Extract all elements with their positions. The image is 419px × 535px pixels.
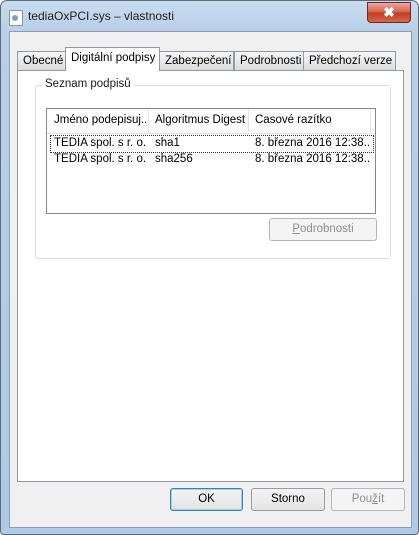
table-row[interactable]: TEDIA spol. s r. o. sha256 8. března 201… xyxy=(50,152,372,168)
column-header-digest[interactable]: Algoritmus Digest xyxy=(155,114,247,126)
tab-digital-signatures[interactable]: Digitální podpisy xyxy=(65,47,160,71)
file-icon xyxy=(9,10,23,26)
column-header-timestamp[interactable]: Časové razítko xyxy=(255,114,365,126)
tab-panel: Seznam podpisů Jméno podepisuj... Algori… xyxy=(17,70,404,482)
signature-details-button[interactable]: Podrobnosti xyxy=(269,218,377,241)
cell-digest: sha256 xyxy=(155,153,193,165)
table-row[interactable]: TEDIA spol. s r. o. sha1 8. března 2016 … xyxy=(50,135,374,153)
list-header: Jméno podepisuj... Algoritmus Digest Čas… xyxy=(47,109,375,134)
tab-security[interactable]: Zabezpečení xyxy=(159,51,234,70)
cell-digest: sha1 xyxy=(155,137,180,149)
cell-timestamp: 8. března 2016 12:38... xyxy=(255,137,371,149)
signature-list[interactable]: Jméno podepisuj... Algoritmus Digest Čas… xyxy=(46,108,376,214)
cell-timestamp: 8. března 2016 12:38... xyxy=(255,153,371,165)
cell-signer: TEDIA spol. s r. o. xyxy=(54,137,147,149)
close-button[interactable]: ✖ xyxy=(367,2,411,23)
cell-signer: TEDIA spol. s r. o. xyxy=(54,153,147,165)
tab-details[interactable]: Podrobnosti xyxy=(234,51,305,70)
dialog-client-area: Obecné Digitální podpisy Zabezpečení Pod… xyxy=(9,31,412,528)
cancel-button[interactable]: Storno xyxy=(251,488,325,511)
tab-general[interactable]: Obecné xyxy=(17,51,67,70)
properties-dialog: tediaOxPCI.sys – vlastnosti ✖ Obecné Dig… xyxy=(0,0,419,535)
title-bar: tediaOxPCI.sys – vlastnosti ✖ xyxy=(1,1,418,31)
ok-button[interactable]: OK xyxy=(170,488,243,511)
window-title: tediaOxPCI.sys – vlastnosti xyxy=(28,9,175,23)
apply-button[interactable]: Použít xyxy=(331,488,405,511)
close-icon: ✖ xyxy=(383,4,395,20)
tab-previous-versions[interactable]: Předchozí verze xyxy=(303,51,396,70)
column-header-signer[interactable]: Jméno podepisuj... xyxy=(54,114,146,126)
group-label: Seznam podpisů xyxy=(42,78,134,90)
